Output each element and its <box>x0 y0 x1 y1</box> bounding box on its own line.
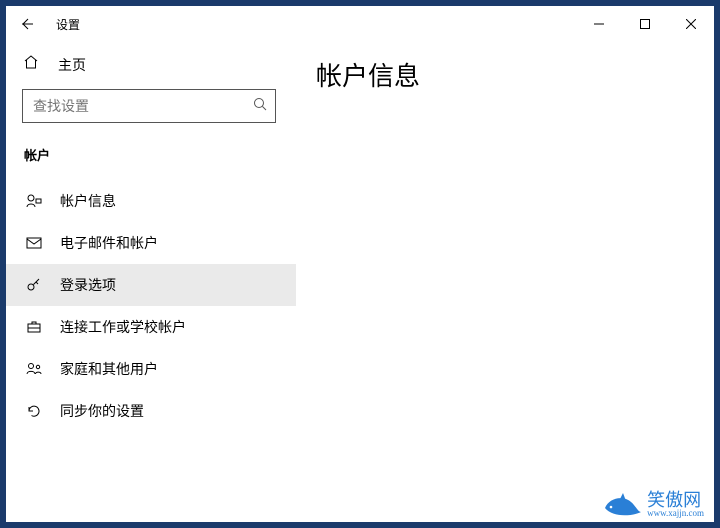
titlebar: 设置 <box>6 6 714 42</box>
page-title: 帐户信息 <box>316 56 694 93</box>
app-window: 设置 主页 <box>0 0 720 528</box>
nav-list: 帐户信息 电子邮件和帐户 登录选项 <box>6 180 296 432</box>
window-title: 设置 <box>56 16 80 33</box>
watermark-url: www.xajjn.com <box>647 509 704 518</box>
sidebar: 主页 帐户 帐户信息 <box>6 42 296 522</box>
briefcase-icon <box>24 319 44 335</box>
search-input[interactable] <box>31 97 253 115</box>
people-icon <box>24 361 44 377</box>
section-header: 帐户 <box>6 141 296 174</box>
minimize-button[interactable] <box>576 8 622 40</box>
nav-item-work-school[interactable]: 连接工作或学校帐户 <box>6 306 296 348</box>
nav-item-label: 电子邮件和帐户 <box>60 233 158 253</box>
home-icon <box>22 54 40 75</box>
nav-item-label: 同步你的设置 <box>60 401 144 421</box>
watermark: 笑傲网 www.xajjn.com <box>601 490 704 518</box>
window-controls <box>576 8 714 40</box>
arrow-left-icon <box>18 16 34 32</box>
search-icon <box>253 97 267 116</box>
main-content: 帐户信息 <box>296 42 714 522</box>
maximize-button[interactable] <box>622 8 668 40</box>
nav-item-email[interactable]: 电子邮件和帐户 <box>6 222 296 264</box>
search-box[interactable] <box>22 89 276 123</box>
home-button[interactable]: 主页 <box>6 46 296 83</box>
nav-item-family[interactable]: 家庭和其他用户 <box>6 348 296 390</box>
sync-icon <box>24 403 44 419</box>
minimize-icon <box>594 19 604 29</box>
nav-item-sync[interactable]: 同步你的设置 <box>6 390 296 432</box>
nav-item-sign-in-options[interactable]: 登录选项 <box>6 264 296 306</box>
back-button[interactable] <box>12 10 40 38</box>
shark-icon <box>601 490 643 518</box>
person-badge-icon <box>24 193 44 209</box>
nav-item-label: 家庭和其他用户 <box>60 359 158 379</box>
close-icon <box>686 19 696 29</box>
maximize-icon <box>640 19 650 29</box>
close-button[interactable] <box>668 8 714 40</box>
nav-item-label: 连接工作或学校帐户 <box>60 317 186 337</box>
nav-item-account-info[interactable]: 帐户信息 <box>6 180 296 222</box>
nav-item-label: 帐户信息 <box>60 191 116 211</box>
home-label: 主页 <box>58 55 86 75</box>
nav-item-label: 登录选项 <box>60 275 116 295</box>
key-icon <box>24 277 44 293</box>
mail-icon <box>24 235 44 251</box>
watermark-text: 笑傲网 <box>647 491 704 509</box>
